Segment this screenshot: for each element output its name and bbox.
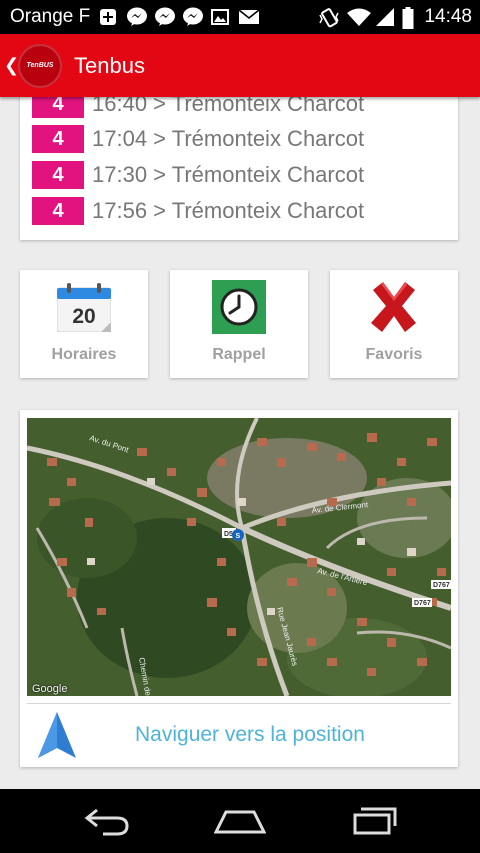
messenger-icon [182, 7, 204, 27]
cross-icon [366, 280, 422, 334]
departure-text: 17:04 > Trémonteix Charcot [92, 126, 365, 151]
mail-icon [238, 7, 260, 27]
app-title: Tenbus [74, 52, 145, 78]
messenger-icon [154, 7, 176, 27]
line-badge: 4 [32, 161, 84, 189]
departure-row[interactable]: 4 17:30 > Trémonteix Charcot [32, 160, 364, 190]
divider [27, 703, 451, 704]
departure-text: 17:56 > Trémonteix Charcot [92, 198, 365, 223]
plus-square-icon [98, 7, 120, 27]
app-bar: ❮ TenBUS Tenbus [0, 34, 480, 97]
map-attribution: Google [32, 683, 68, 695]
route-badge: S [236, 533, 241, 540]
satellite-map[interactable]: Av. du Pont Av. de Clermont Av. de l'Art… [27, 418, 451, 696]
favoris-button[interactable]: Favoris [330, 270, 458, 378]
home-icon[interactable] [210, 801, 270, 841]
clock: 14:48 [424, 6, 472, 27]
image-icon [210, 7, 232, 27]
status-bar: Orange F 14:48 [0, 0, 480, 34]
navigate-label: Naviguer vers la position [135, 723, 365, 746]
line-badge: 4 [32, 197, 84, 225]
rappel-label: Rappel [212, 346, 266, 363]
vibrate-icon [318, 7, 340, 28]
back-icon[interactable] [77, 801, 137, 841]
system-nav-bar [0, 789, 480, 853]
navigation-arrow-icon [36, 710, 78, 760]
messenger-icon [126, 7, 148, 27]
recents-icon[interactable] [343, 801, 403, 841]
app-logo-text: TenBUS [26, 62, 54, 69]
departure-row[interactable]: 4 17:04 > Trémonteix Charcot [32, 124, 364, 154]
departure-text: 17:30 > Trémonteix Charcot [92, 162, 365, 187]
departures-card: 4 16:40 > Trémonteix Charcot 4 17:04 > T… [20, 75, 458, 240]
wifi-icon [346, 7, 372, 27]
departure-row[interactable]: 4 17:56 > Trémonteix Charcot [32, 196, 364, 226]
clock-icon [211, 280, 267, 334]
horaires-button[interactable]: 20 Horaires [20, 270, 148, 378]
signal-icon [374, 7, 396, 27]
line-badge: 4 [32, 125, 84, 153]
notification-icons [98, 7, 260, 27]
route-badge: D767 [433, 582, 450, 589]
carrier-name: Orange F [10, 6, 91, 27]
calendar-icon: 20 [56, 280, 112, 334]
rappel-button[interactable]: Rappel [170, 270, 308, 378]
navigate-button[interactable]: Naviguer vers la position [27, 706, 451, 764]
map-card: Av. du Pont Av. de Clermont Av. de l'Art… [20, 410, 458, 767]
horaires-label: Horaires [51, 346, 117, 363]
app-logo[interactable]: TenBUS [18, 43, 62, 88]
route-badge: D767 [414, 600, 431, 607]
route-badge: D5 [224, 531, 233, 538]
up-chevron-icon[interactable]: ❮ [4, 55, 19, 76]
battery-icon [402, 7, 414, 29]
system-icons: 14:48 [318, 6, 472, 29]
calendar-day: 20 [72, 305, 95, 328]
favoris-label: Favoris [365, 346, 423, 363]
